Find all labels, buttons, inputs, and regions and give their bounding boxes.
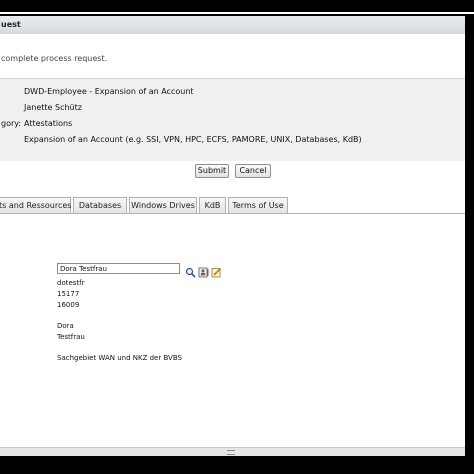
edit-icon[interactable]	[211, 263, 222, 278]
top-bar-line	[0, 12, 474, 14]
person-first-name: Dora	[57, 322, 74, 330]
form-value-category: Attestations	[24, 119, 73, 128]
person-department: Sachgebiet WAN und NKZ der BVBS	[57, 354, 182, 362]
form-value-description: Expansion of an Account (e.g. SSI, VPN, …	[24, 135, 362, 144]
tab-terms-of-use[interactable]: Terms of Use	[228, 197, 288, 213]
person-search-input[interactable]: Dora Testfrau	[57, 263, 180, 274]
right-frame-edge	[465, 14, 474, 474]
tab-rights-and-ressources[interactable]: ts and Ressources	[0, 197, 71, 213]
bottom-frame-edge	[0, 456, 474, 474]
person-last-name: Testfrau	[57, 333, 85, 341]
person-number-2: 16009	[57, 301, 80, 309]
panel-title-bar: uest	[0, 16, 465, 35]
tab-databases[interactable]: Databases	[73, 197, 127, 213]
form-value-name: Janette Schütz	[24, 103, 82, 112]
info-text: complete process request.	[1, 54, 108, 63]
panel-title: uest	[1, 20, 21, 29]
address-book-icon[interactable]	[198, 263, 209, 278]
person-user-id: dotestfr	[57, 279, 85, 287]
tab-strip: ts and Ressources Databases Windows Driv…	[0, 197, 465, 214]
tab-divider	[0, 213, 465, 214]
tab-windows-drives[interactable]: Windows Drives	[129, 197, 197, 213]
splitter-grip-icon[interactable]	[227, 450, 235, 455]
form-value-request-type: DWD-Employee - Expansion of an Account	[24, 87, 194, 96]
submit-button[interactable]: Submit	[195, 164, 229, 178]
cancel-button[interactable]: Cancel	[235, 164, 271, 178]
search-icon[interactable]	[185, 263, 196, 278]
tab-kdb[interactable]: KdB	[199, 197, 226, 213]
info-message: complete process request.	[0, 34, 465, 79]
person-number-1: 15177	[57, 290, 80, 298]
form-label-category: gory:	[1, 119, 22, 128]
